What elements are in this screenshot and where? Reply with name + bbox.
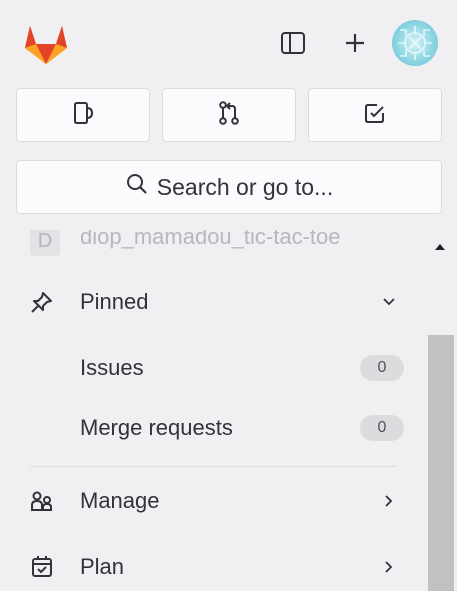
nav-item-issues[interactable]: Issues 0 (0, 338, 425, 398)
plan-label: Plan (80, 554, 125, 579)
project-name: diop_mamadou_tic-tac-toe (80, 230, 341, 249)
avatar[interactable] (392, 20, 438, 66)
pinned-label: Pinned (80, 289, 149, 314)
search-icon (125, 172, 149, 202)
scroll-up-arrow-icon[interactable] (434, 240, 446, 252)
nav-section-plan[interactable]: Plan (0, 537, 425, 591)
issue-icon (72, 101, 94, 130)
quick-actions-row (16, 88, 442, 142)
issues-label: Issues (80, 355, 144, 380)
users-icon (28, 487, 56, 515)
pin-icon (28, 288, 56, 316)
issues-count-badge: 0 (360, 355, 404, 381)
plus-icon[interactable] (338, 26, 372, 60)
nav-section-pinned[interactable]: Pinned (0, 272, 425, 332)
project-header[interactable]: D diop_mamadou_tic-tac-toe (0, 230, 425, 258)
top-bar (0, 0, 457, 88)
calendar-icon (28, 553, 56, 581)
todo-checkbox-icon (363, 101, 387, 130)
nav-item-merge-requests[interactable]: Merge requests 0 (0, 398, 425, 458)
divider (30, 466, 396, 467)
issues-shortcut-button[interactable] (16, 88, 150, 142)
merge-requests-shortcut-button[interactable] (162, 88, 296, 142)
todos-shortcut-button[interactable] (308, 88, 442, 142)
sidebar-toggle-icon[interactable] (276, 26, 310, 60)
sidebar-nav-panel: D diop_mamadou_tic-tac-toe Pinned Issues… (0, 230, 425, 591)
chevron-right-icon (381, 493, 397, 509)
nav-section-manage[interactable]: Manage (0, 471, 425, 531)
project-avatar: D (30, 230, 60, 256)
scrollbar-thumb[interactable] (428, 335, 454, 591)
gitlab-logo-icon[interactable] (22, 22, 70, 66)
search-button[interactable]: Search or go to... (16, 160, 442, 214)
search-label: Search or go to... (156, 173, 334, 200)
chevron-down-icon (381, 294, 397, 310)
manage-label: Manage (80, 488, 160, 513)
chevron-right-icon (381, 559, 397, 575)
merge-requests-count-badge: 0 (360, 415, 404, 441)
merge-request-icon (217, 100, 241, 131)
merge-requests-label: Merge requests (80, 415, 233, 440)
